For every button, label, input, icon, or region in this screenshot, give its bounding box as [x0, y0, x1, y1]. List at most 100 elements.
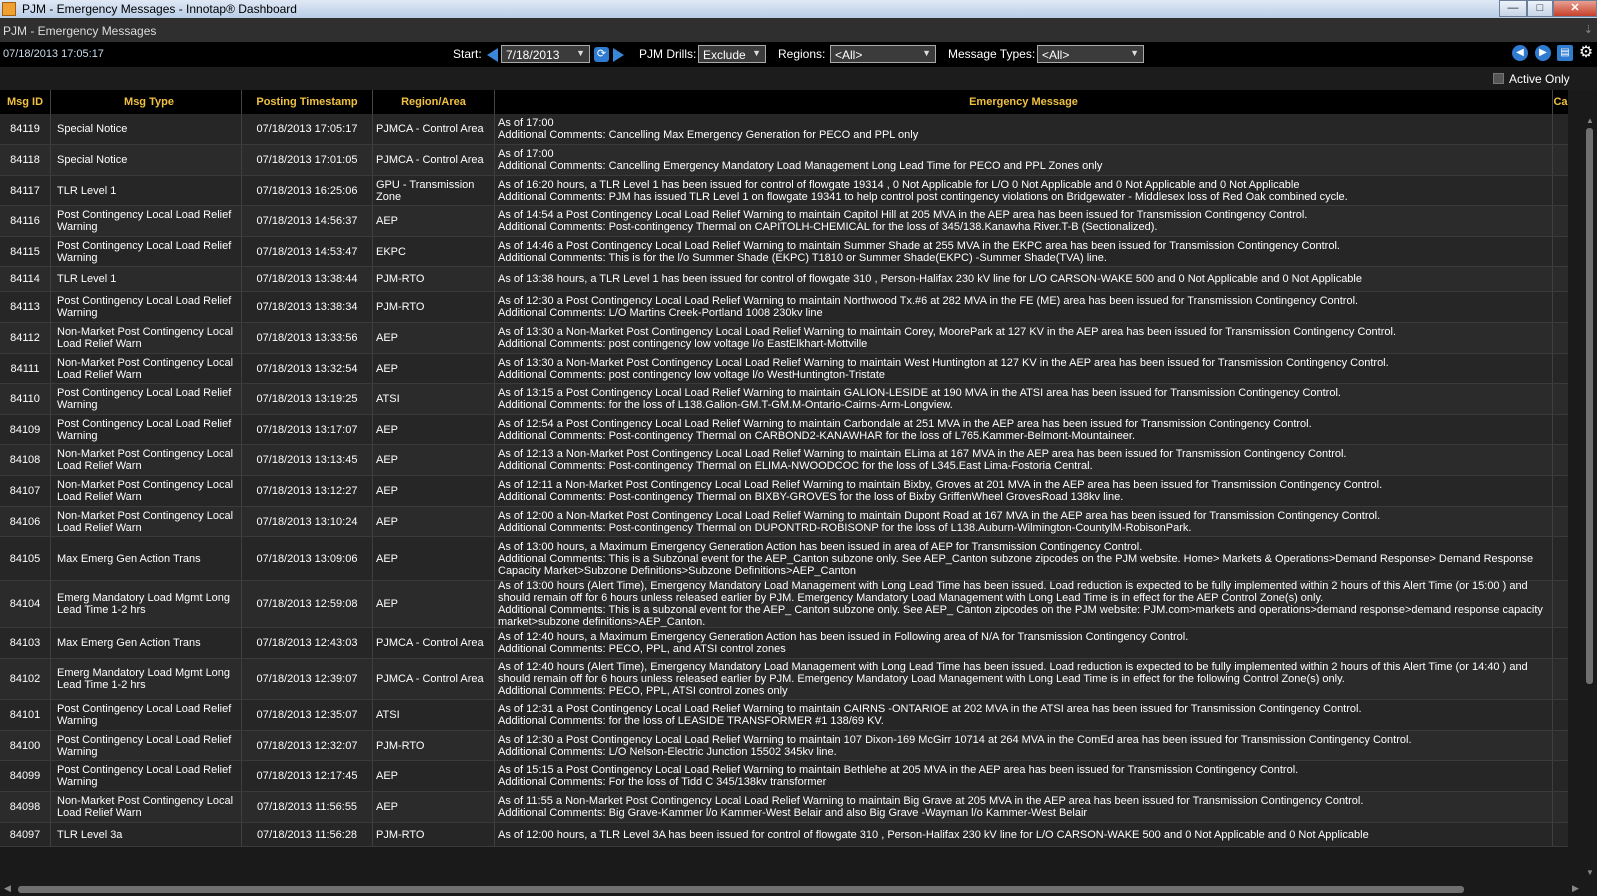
msg-type-cell: Special Notice — [51, 114, 242, 144]
vertical-scrollbar[interactable]: ▲ ▼ — [1583, 114, 1597, 880]
table-row[interactable]: 84119 Special Notice 07/18/2013 17:05:17 PJ… — [0, 114, 1568, 145]
horizontal-scrollbar[interactable]: ◀ ▶ — [0, 882, 1583, 896]
ca-cell — [1553, 476, 1568, 506]
gear-icon[interactable]: ⚙ — [1578, 45, 1594, 61]
emergency-message-cell: As of 16:20 hours, a TLR Level 1 has bee… — [495, 176, 1553, 205]
region-cell-text: AEP — [376, 801, 399, 813]
posting-timestamp-cell: 07/18/2013 13:13:45 — [242, 445, 373, 475]
emergency-message-cell: As of 14:54 a Post Contingency Local Loa… — [495, 206, 1553, 236]
ca-cell — [1553, 792, 1568, 822]
minimize-button[interactable]: — — [1499, 0, 1527, 17]
emergency-message-cell-text: As of 13:30 a Non-Market Post Contingenc… — [498, 326, 1396, 350]
drills-select[interactable]: Exclude ▼ — [698, 45, 766, 63]
message-types-select[interactable]: <All> ▼ — [1037, 45, 1144, 63]
emergency-message-cell: As of 13:15 a Post Contingency Local Loa… — [495, 384, 1553, 414]
table-row[interactable]: 84117 TLR Level 1 07/18/2013 16:25:06 GPU -… — [0, 176, 1568, 206]
table-row[interactable]: 84114 TLR Level 1 07/18/2013 13:38:44 PJM-R… — [0, 267, 1568, 292]
table-row[interactable]: 84100 Post Contingency Local Load Relief … — [0, 731, 1568, 761]
region-cell: AEP — [373, 445, 495, 475]
next-day-arrow-icon[interactable] — [613, 48, 624, 62]
ca-cell — [1553, 176, 1568, 205]
msg-id-cell: 84111 — [0, 354, 51, 383]
msg-id-cell: 84101 — [0, 700, 51, 730]
regions-value: <All> — [835, 48, 863, 62]
posting-timestamp-cell: 07/18/2013 11:56:55 — [242, 792, 373, 822]
table-row[interactable]: 84110 Post Contingency Local Load Relief … — [0, 384, 1568, 415]
maximize-button[interactable]: □ — [1527, 0, 1553, 17]
forward-icon[interactable]: ▶ — [1535, 45, 1551, 61]
ca-cell — [1553, 628, 1568, 658]
table-row[interactable]: 84118 Special Notice 07/18/2013 17:01:05 PJ… — [0, 145, 1568, 176]
table-row[interactable]: 84103 Max Emerg Gen Action Trans 07/18/201… — [0, 628, 1568, 659]
msg-id-cell-text: 84108 — [9, 454, 41, 466]
table-row[interactable]: 84107 Non-Market Post Contingency Local L… — [0, 476, 1568, 507]
posting-timestamp-cell-text: 07/18/2013 13:13:45 — [256, 454, 358, 466]
emergency-message-cell-text: As of 17:00 Additional Comments: Cancell… — [498, 117, 919, 141]
scroll-right-icon[interactable]: ▶ — [1572, 883, 1579, 894]
previous-day-arrow-icon[interactable] — [487, 48, 498, 62]
table-row[interactable]: 84115 Post Contingency Local Load Relief … — [0, 237, 1568, 267]
active-only-checkbox[interactable] — [1493, 73, 1504, 84]
table-row[interactable]: 84097 TLR Level 3a 07/18/2013 11:56:28 PJM-… — [0, 823, 1568, 847]
vertical-scroll-thumb[interactable] — [1586, 128, 1593, 684]
active-only-label[interactable]: Active Only — [1509, 72, 1570, 86]
back-icon[interactable]: ◀ — [1512, 45, 1528, 61]
start-date-picker[interactable]: 7/18/2013 ▼ — [501, 45, 590, 63]
posting-timestamp-cell-text: 07/18/2013 12:39:07 — [256, 673, 358, 685]
msg-id-cell-text: 84115 — [10, 245, 40, 258]
posting-timestamp-cell: 07/18/2013 17:01:05 — [242, 145, 373, 175]
region-cell-text: PJM-RTO — [376, 739, 425, 752]
ca-cell — [1553, 537, 1568, 580]
emergency-message-cell-text: As of 12:00 hours, a TLR Level 3A has be… — [498, 828, 1369, 841]
region-cell: AEP — [373, 761, 495, 791]
scroll-left-icon[interactable]: ◀ — [4, 883, 11, 894]
column-header-posting-timestamp[interactable]: Posting Timestamp — [242, 90, 373, 114]
column-header-region[interactable]: Region/Area — [373, 90, 495, 114]
msg-type-cell-text: Max Emerg Gen Action Trans — [57, 637, 201, 649]
table-row[interactable]: 84108 Non-Market Post Contingency Local L… — [0, 445, 1568, 476]
table-row[interactable]: 84111 Non-Market Post Contingency Local L… — [0, 354, 1568, 384]
msg-id-cell: 84109 — [0, 415, 51, 444]
table-row[interactable]: 84106 Non-Market Post Contingency Local L… — [0, 507, 1568, 537]
pin-icon[interactable]: ⇣ — [1584, 23, 1593, 36]
msg-type-cell-text: Special Notice — [57, 123, 128, 135]
column-header-msg-id[interactable]: Msg ID — [0, 90, 51, 114]
regions-select[interactable]: <All> ▼ — [830, 45, 936, 63]
ca-cell — [1553, 700, 1568, 730]
posting-timestamp-cell: 07/18/2013 14:56:37 — [242, 206, 373, 236]
posting-timestamp-cell-text: 07/18/2013 12:32:07 — [256, 739, 358, 752]
posting-timestamp-cell-text: 07/18/2013 13:19:25 — [256, 393, 358, 405]
table-row[interactable]: 84101 Post Contingency Local Load Relief … — [0, 700, 1568, 731]
msg-type-cell-text: Post Contingency Local Load Relief Warni… — [57, 764, 232, 788]
column-header-ca[interactable]: Ca — [1553, 90, 1568, 114]
table-row[interactable]: 84116 Post Contingency Local Load Relief … — [0, 206, 1568, 237]
table-row[interactable]: 84102 Emerg Mandatory Load Mgmt Long Lead… — [0, 659, 1568, 700]
horizontal-scroll-thumb[interactable] — [18, 886, 1464, 893]
msg-id-cell-text: 84112 — [10, 332, 40, 344]
table-row[interactable]: 84099 Post Contingency Local Load Relief … — [0, 761, 1568, 792]
table-row[interactable]: 84109 Post Contingency Local Load Relief … — [0, 415, 1568, 445]
msg-type-cell: Post Contingency Local Load Relief Warni… — [51, 700, 242, 730]
posting-timestamp-cell: 07/18/2013 12:17:45 — [242, 761, 373, 791]
table-row[interactable]: 84113 Post Contingency Local Load Relief … — [0, 292, 1568, 323]
region-cell-text: AEP — [376, 515, 399, 528]
table-row[interactable]: 84104 Emerg Mandatory Load Mgmt Long Lead… — [0, 581, 1568, 628]
column-header-emergency-message[interactable]: Emergency Message — [495, 90, 1553, 114]
table-row[interactable]: 84105 Max Emerg Gen Action Trans 07/18/201… — [0, 537, 1568, 581]
msg-id-cell-text: 84103 — [9, 637, 41, 649]
close-button[interactable]: ✕ — [1553, 0, 1597, 17]
table-row[interactable]: 84112 Non-Market Post Contingency Local L… — [0, 323, 1568, 354]
refresh-icon[interactable]: ⟳ — [594, 47, 609, 62]
msg-id-cell-text: 84098 — [9, 801, 41, 813]
scroll-down-icon[interactable]: ▼ — [1586, 868, 1594, 877]
emergency-message-cell-text: As of 13:15 a Post Contingency Local Loa… — [498, 387, 1341, 411]
regions-label: Regions: — [778, 47, 826, 61]
panel-title: PJM - Emergency Messages — [3, 24, 157, 38]
export-icon[interactable]: ▤ — [1557, 45, 1573, 61]
scroll-up-icon[interactable]: ▲ — [1586, 116, 1594, 125]
emergency-message-cell-text: As of 12:31 a Post Contingency Local Loa… — [498, 703, 1362, 727]
table-row[interactable]: 84098 Non-Market Post Contingency Local L… — [0, 792, 1568, 823]
posting-timestamp-cell-text: 07/18/2013 13:09:06 — [256, 552, 358, 565]
msg-id-cell-text: 84104 — [9, 598, 41, 610]
column-header-msg-type[interactable]: Msg Type — [51, 90, 242, 114]
